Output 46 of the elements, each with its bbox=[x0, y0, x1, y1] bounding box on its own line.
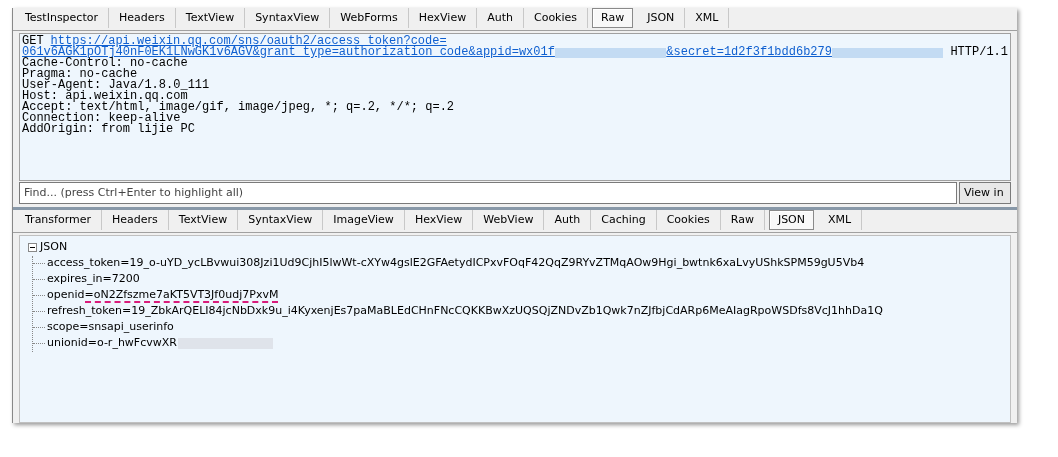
tab[interactable]: Headers bbox=[102, 209, 169, 230]
tree-node-label[interactable]: expires_in=7200 bbox=[45, 271, 140, 288]
header-line: Pragma: no-cache bbox=[22, 69, 138, 80]
tab[interactable]: HexView bbox=[408, 7, 478, 28]
tab[interactable]: JSON bbox=[768, 209, 814, 230]
tab[interactable]: HexView bbox=[404, 209, 474, 230]
tab[interactable]: Headers bbox=[109, 7, 176, 28]
tree-node-label[interactable]: JSON bbox=[40, 239, 68, 256]
tab[interactable]: SyntaxView bbox=[238, 209, 324, 230]
url-link[interactable]: 061v6AGK1pOTj40nF0EK1LNwGK1v6AGV&grant_type=authorization_code&appid=wx01f bbox=[22, 47, 555, 58]
tab[interactable]: Caching bbox=[591, 209, 657, 230]
tab[interactable]: Raw bbox=[720, 209, 765, 230]
tab[interactable]: WebForms bbox=[330, 7, 409, 28]
request-method: GET bbox=[22, 36, 44, 47]
tree-node-label[interactable]: openid=oN2Zfszme7aKT5VT3Jf0udj7PxvM bbox=[45, 287, 279, 304]
tab[interactable]: TextView bbox=[175, 7, 246, 28]
header-line: Accept: text/html, image/gif, image/jpeg, *; q=.2, */*; q=.2 bbox=[22, 102, 456, 113]
url-link[interactable]: &secret=1d2f3f1bdd6b279 bbox=[666, 47, 832, 58]
tab[interactable]: SyntaxView bbox=[245, 7, 331, 28]
tab[interactable]: XML bbox=[818, 209, 863, 230]
tab[interactable]: TextView bbox=[168, 209, 239, 230]
tab[interactable]: TestInspector bbox=[15, 7, 109, 28]
tree-node-label[interactable]: scope=snsapi_userinfo bbox=[45, 319, 174, 336]
tab[interactable]: ImageView bbox=[323, 209, 405, 230]
header-line: User-Agent: Java/1.8.0_111 bbox=[22, 80, 211, 91]
tab[interactable]: Auth bbox=[544, 209, 592, 230]
tab[interactable]: Auth bbox=[477, 7, 524, 28]
header-line: Cache-Control: no-cache bbox=[22, 58, 188, 69]
tab[interactable]: XML bbox=[685, 7, 730, 28]
tab[interactable]: WebView bbox=[473, 209, 545, 230]
collapse-toggle-icon[interactable] bbox=[28, 242, 37, 252]
tab[interactable]: Cookies bbox=[523, 7, 589, 28]
tree-node-label[interactable]: access_token=19_o-uYD_ycLBvwui308Jzi1Ud9CjhI5lwWt-cXYw4gslE2GFAetydICPxvFOqF42QqZ9RYvZTMqAOw9Hgi_bwtnk6xaLvyUShkSPM59gU5Vb4 bbox=[45, 255, 865, 272]
tab[interactable]: Cookies bbox=[656, 209, 721, 230]
url-link[interactable]: https://api.weixin.qq.com/sns/oauth2/access_token?code= bbox=[50, 36, 447, 47]
protocol-text: HTTP/1.1 bbox=[950, 47, 1008, 58]
tab[interactable]: JSON bbox=[637, 7, 686, 28]
header-line: Host: api.weixin.qq.com bbox=[22, 91, 188, 102]
tree-node-label[interactable]: unionid=o-r_hwFcvwXR bbox=[45, 335, 177, 352]
find-field[interactable]: Find... (press Ctrl+Enter to highlight all) bbox=[19, 182, 957, 204]
tree-node-label[interactable]: refresh_token=19_ZbkArQELI84jcNbDxk9u_i4KyxenjEs7paMaBLEdCHnFNcCQKKBwXzUQSQjZNDvZb1Qwk7nZJfbjCdARp6MeAIagRpoWSDfs8VcJ1hhDa1Q bbox=[45, 303, 883, 320]
view-in-button[interactable]: View in bbox=[959, 182, 1011, 204]
header-line: Connection: keep-alive bbox=[22, 113, 181, 124]
header-line: AddOrigin: from lijie PC bbox=[22, 124, 196, 135]
tab[interactable]: Raw bbox=[592, 7, 634, 28]
tab[interactable]: Transformer bbox=[15, 209, 102, 230]
